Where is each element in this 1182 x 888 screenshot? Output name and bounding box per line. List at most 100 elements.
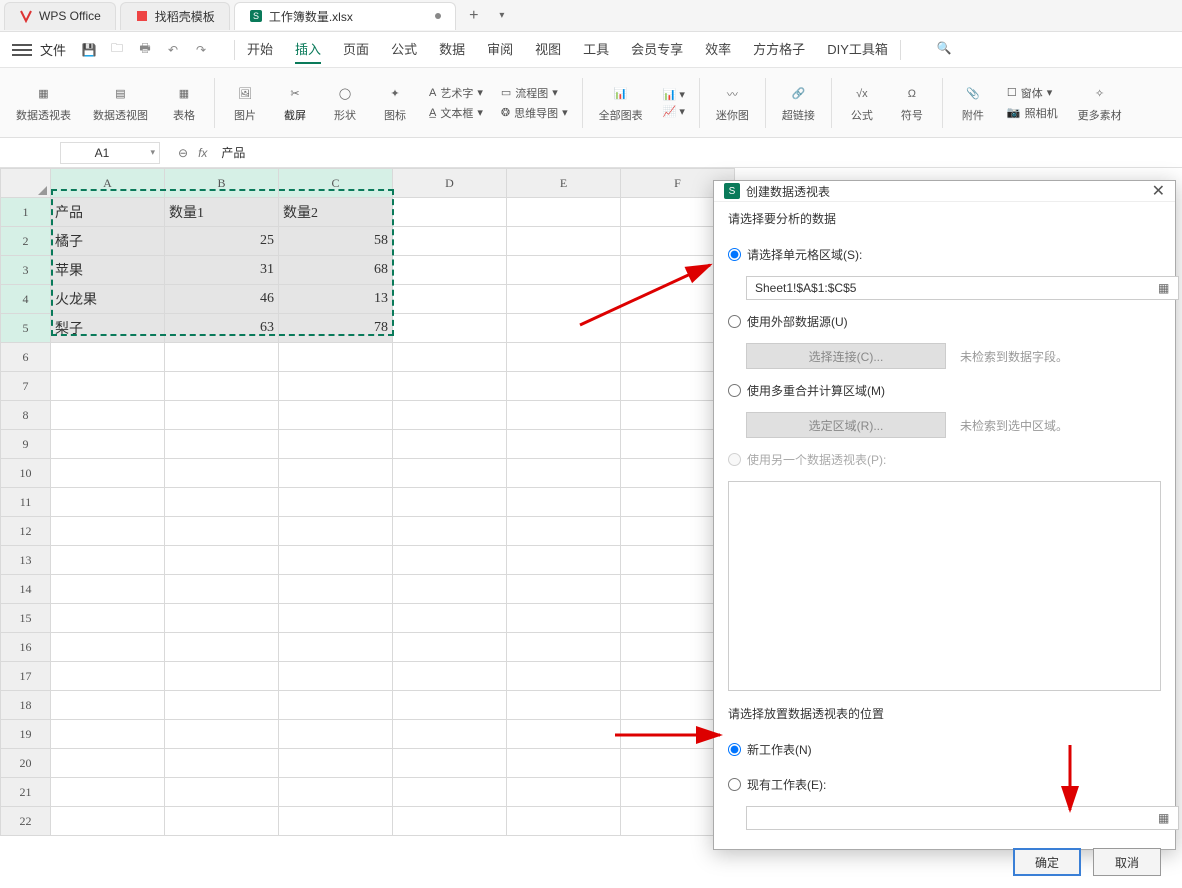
tab-review[interactable]: 审阅 [487,35,513,64]
radio-input[interactable] [728,248,741,261]
row-header[interactable]: 19 [1,720,51,749]
cell[interactable]: 25 [165,227,279,256]
row-header[interactable]: 22 [1,807,51,836]
row-header[interactable]: 15 [1,604,51,633]
cell[interactable] [507,198,621,227]
app-tab-workbook[interactable]: S 工作簿数量.xlsx [234,2,456,30]
more-assets-button[interactable]: ✧更多素材 [1068,73,1132,133]
hyperlink-button[interactable]: 🔗超链接 [772,73,825,133]
tab-insert[interactable]: 插入 [295,35,321,64]
pivot-list-box[interactable] [728,481,1161,691]
symbol-button[interactable]: Ω符号 [888,73,936,133]
col-header[interactable]: A [51,169,165,198]
row-header[interactable]: 20 [1,749,51,778]
cell[interactable]: 68 [279,256,393,285]
table-button[interactable]: ▦表格 [160,73,208,133]
app-tab-wps[interactable]: WPS Office [4,2,116,30]
shapes-button[interactable]: ◯形状 [321,73,369,133]
cell[interactable]: 数量2 [279,198,393,227]
camera-button[interactable]: 📷 照相机 [1007,105,1058,121]
row-header[interactable]: 2 [1,227,51,256]
name-box[interactable]: A1 [60,142,160,164]
tab-formula[interactable]: 公式 [391,35,417,64]
cell[interactable]: 63 [165,314,279,343]
radio-new-sheet[interactable]: 新工作表(N) [728,741,1161,758]
row-header[interactable]: 17 [1,662,51,691]
row-header[interactable]: 8 [1,401,51,430]
print-icon[interactable]: 🖶 [136,41,154,59]
row-header[interactable]: 16 [1,633,51,662]
bar-chart-button[interactable]: 📊 ▾ [663,88,685,101]
cell[interactable] [507,227,621,256]
cell[interactable] [393,198,507,227]
row-header[interactable]: 21 [1,778,51,807]
cell[interactable]: 梨子 [51,314,165,343]
row-header[interactable]: 6 [1,343,51,372]
search-icon[interactable]: 🔍 [937,41,955,59]
equation-button[interactable]: √x公式 [838,73,886,133]
row-header[interactable]: 5 [1,314,51,343]
cell[interactable]: 78 [279,314,393,343]
all-charts-button[interactable]: 📊全部图表 [589,73,653,133]
col-header[interactable]: B [165,169,279,198]
file-menu[interactable]: 文件 [40,40,66,59]
cell[interactable]: 13 [279,285,393,314]
sparkline-button[interactable]: 〰迷你图 [706,73,759,133]
row-header[interactable]: 3 [1,256,51,285]
radio-external-source[interactable]: 使用外部数据源(U) [728,313,1161,330]
cell[interactable]: 数量1 [165,198,279,227]
cancel-button[interactable]: 取消 [1093,848,1161,876]
form-button[interactable]: ☐ 窗体 ▾ [1007,85,1058,101]
radio-input[interactable] [728,384,741,397]
cell[interactable]: 产品 [51,198,165,227]
col-header[interactable]: E [507,169,621,198]
line-chart-button[interactable]: 📈 ▾ [663,105,685,118]
screenshot-button[interactable]: ✂截屏 [271,73,319,133]
row-header[interactable]: 9 [1,430,51,459]
open-icon[interactable]: 🗀 [108,41,126,59]
redo-icon[interactable]: ↷ [192,41,210,59]
app-tab-docer[interactable]: 找稻壳模板 [120,2,230,30]
save-icon[interactable]: 💾 [80,41,98,59]
radio-multi-range[interactable]: 使用多重合并计算区域(M) [728,382,1161,399]
tab-page[interactable]: 页面 [343,35,369,64]
cell[interactable]: 31 [165,256,279,285]
picture-button[interactable]: 🖼图片 [221,73,269,133]
textbox-button[interactable]: A̲文本框 ▾ [429,105,483,121]
tab-ffgz[interactable]: 方方格子 [753,35,805,64]
select-all-corner[interactable] [1,169,51,198]
row-header[interactable]: 1 [1,198,51,227]
tab-diy[interactable]: DIY工具箱 [827,35,888,64]
tab-view[interactable]: 视图 [535,35,561,64]
row-header[interactable]: 12 [1,517,51,546]
range-picker-icon[interactable]: ▦ [1158,811,1172,825]
cell[interactable] [393,227,507,256]
row-header[interactable]: 13 [1,546,51,575]
tab-efficiency[interactable]: 效率 [705,35,731,64]
cell[interactable]: 苹果 [51,256,165,285]
icon-button[interactable]: ✦图标 [371,73,419,133]
hamburger-icon[interactable] [12,40,32,60]
ok-button[interactable]: 确定 [1013,848,1081,876]
pivot-chart-button[interactable]: ▤数据透视图 [83,73,158,133]
row-header[interactable]: 10 [1,459,51,488]
cell[interactable] [393,285,507,314]
row-header[interactable]: 11 [1,488,51,517]
range-picker-icon[interactable]: ▦ [1158,281,1172,295]
cancel-icon[interactable]: ⊖ [178,146,188,160]
tab-start[interactable]: 开始 [247,35,273,64]
attachment-button[interactable]: 📎附件 [949,73,997,133]
tab-data[interactable]: 数据 [439,35,465,64]
row-header[interactable]: 7 [1,372,51,401]
pivot-table-button[interactable]: ▦数据透视表 [6,73,81,133]
new-tab-button[interactable]: + [460,2,488,30]
wordart-button[interactable]: A艺术字 ▾ [429,85,483,101]
cell[interactable]: 58 [279,227,393,256]
cell[interactable] [393,256,507,285]
cell[interactable] [507,285,621,314]
cell[interactable]: 46 [165,285,279,314]
cell[interactable] [393,314,507,343]
row-header[interactable]: 4 [1,285,51,314]
cell[interactable]: 火龙果 [51,285,165,314]
cell[interactable] [507,314,621,343]
